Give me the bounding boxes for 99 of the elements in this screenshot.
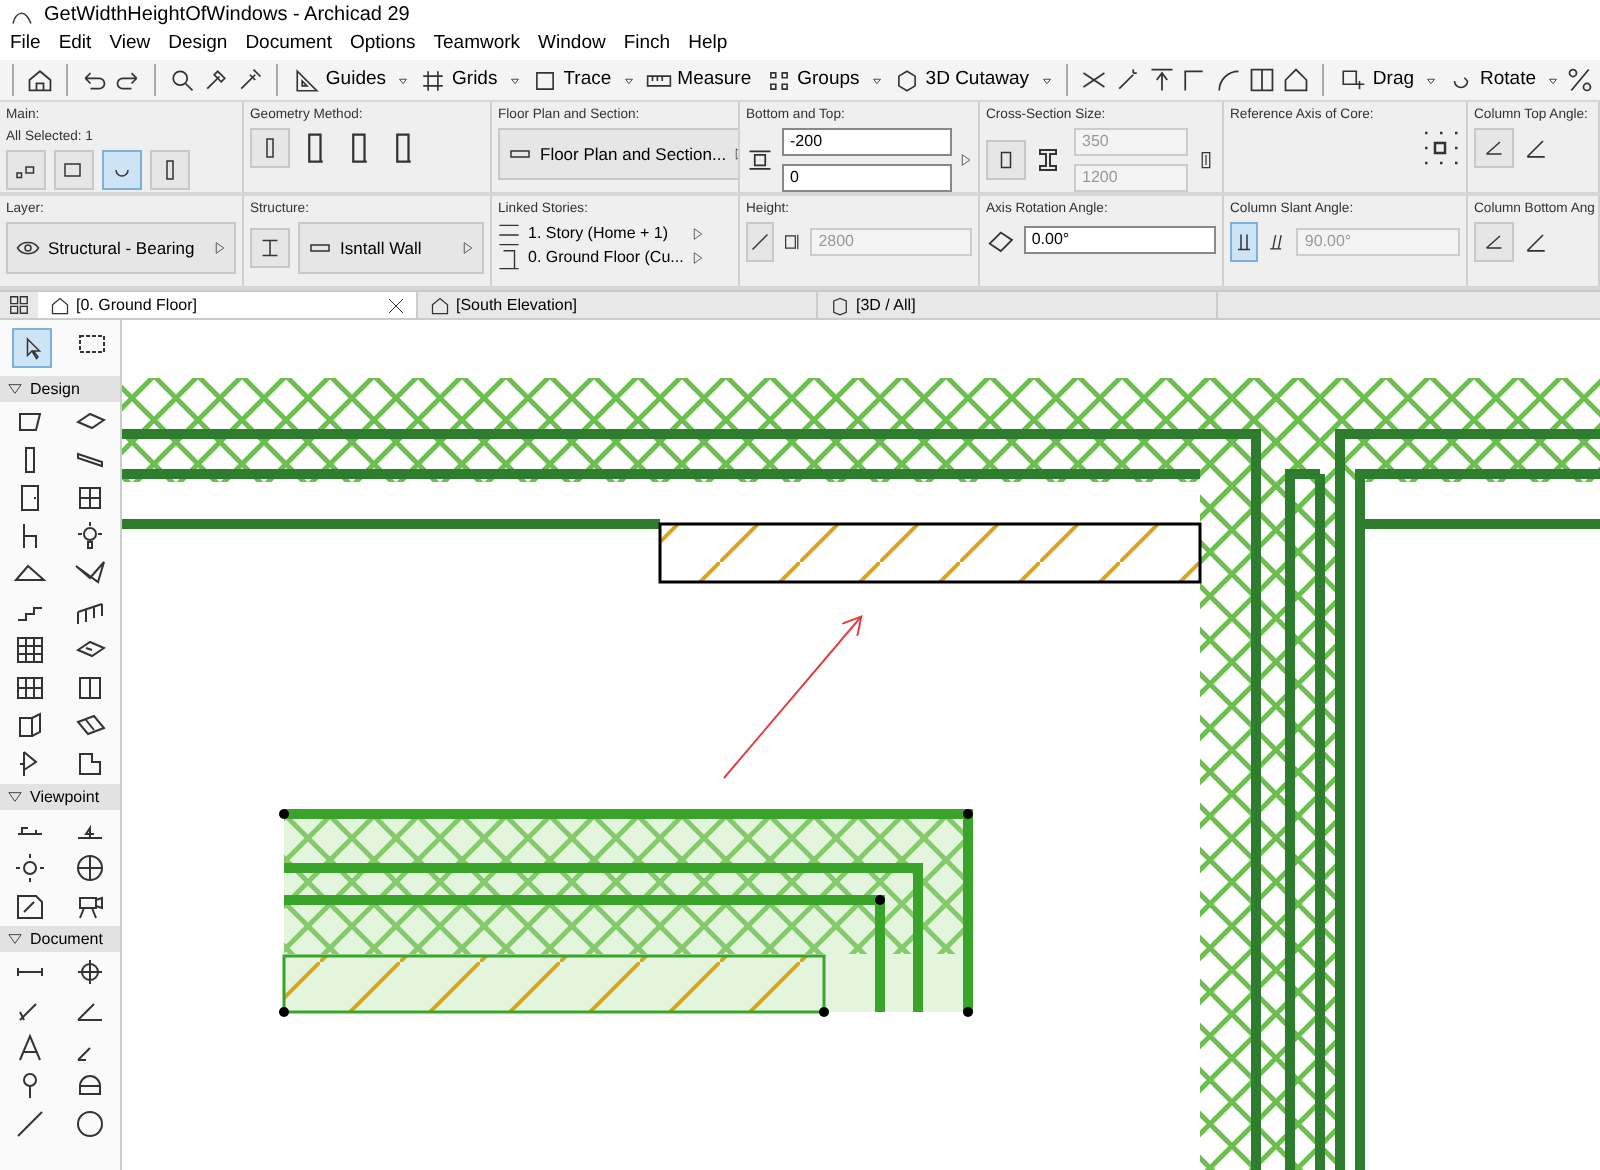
shell-icon[interactable]: [74, 558, 106, 590]
eyedropper-icon[interactable]: [201, 66, 230, 94]
offset-icon[interactable]: [1147, 66, 1175, 94]
tab-label: [0. Ground Floor]: [76, 293, 199, 317]
menu-item[interactable]: Options: [350, 30, 416, 60]
tab-label: [South Elevation]: [456, 293, 579, 317]
house-outline-icon: [430, 295, 450, 315]
popup-value: Structural - Bearing: [48, 235, 197, 261]
toolbar-button[interactable]: Trace: [527, 65, 616, 95]
angle-icon: [1522, 134, 1550, 162]
menu-item[interactable]: Teamwork: [433, 30, 521, 60]
wand-icon[interactable]: [1113, 66, 1141, 94]
shape-button[interactable]: [986, 140, 1026, 180]
globe-icon[interactable]: [74, 852, 106, 884]
percent-icon[interactable]: [1566, 66, 1594, 94]
toolbar-button[interactable]: Guides: [289, 65, 391, 95]
arrow-icon: [214, 242, 226, 254]
marquee-icon: [62, 158, 86, 182]
home-icon[interactable]: [26, 66, 54, 94]
input-field[interactable]: 0: [782, 164, 952, 192]
story-icon: [498, 223, 520, 245]
section-header[interactable]: Document: [0, 926, 120, 952]
menu-item[interactable]: Finch: [623, 30, 671, 60]
toolbar-button[interactable]: Rotate: [1444, 65, 1541, 95]
selected-window-drawing[interactable]: [279, 954, 829, 1017]
angle-icon: [1522, 228, 1550, 256]
syringe-icon[interactable]: [235, 66, 264, 94]
input-field[interactable]: -200: [782, 128, 952, 156]
input-field[interactable]: 0.00°: [1023, 226, 1216, 254]
angle-button[interactable]: [1474, 222, 1514, 262]
house-outline-icon[interactable]: [1282, 66, 1311, 94]
pillar-button[interactable]: [150, 150, 190, 190]
corner-icon[interactable]: [1180, 66, 1209, 94]
percent-button[interactable]: [746, 222, 775, 262]
hash-icon: [420, 67, 447, 93]
vertical-column-button[interactable]: [1230, 222, 1259, 262]
window-icon[interactable]: [74, 482, 106, 514]
toolbar-button[interactable]: Grids: [416, 65, 502, 95]
tab-label: [3D / All]: [856, 293, 918, 317]
structure-button[interactable]: [250, 228, 290, 268]
menu-item[interactable]: View: [109, 30, 151, 60]
view-tab[interactable]: [0. Ground Floor]: [38, 292, 418, 318]
arrow-tool-button[interactable]: [12, 328, 52, 368]
section-header[interactable]: Design: [0, 376, 120, 402]
split-icon[interactable]: [1248, 66, 1277, 94]
toolbar-button[interactable]: Groups: [761, 65, 864, 95]
angle-icon: [1482, 136, 1506, 160]
story-icon: [498, 247, 520, 269]
selection-button[interactable]: [6, 150, 46, 190]
angle-button[interactable]: [1474, 128, 1514, 168]
story-label: 1. Story (Home + 1): [528, 222, 671, 246]
menu-item[interactable]: Window: [538, 30, 606, 60]
cube-icon: [893, 67, 920, 93]
story-label: 0. Ground Floor (Cu...: [528, 246, 684, 270]
menu-item[interactable]: Edit: [58, 30, 92, 60]
menu-item[interactable]: Help: [688, 30, 728, 60]
arrow-icon: [960, 154, 972, 166]
popup-button[interactable]: Isntall Wall: [298, 222, 484, 274]
core-axis-grid-icon[interactable]: [1420, 128, 1460, 168]
square-icon: [531, 67, 558, 93]
toolbar-button[interactable]: 3D Cutaway: [889, 65, 1034, 95]
cube-outline-icon: [830, 295, 850, 315]
menu-item[interactable]: Document: [245, 30, 332, 60]
grid-panel-icon[interactable]: [14, 672, 46, 704]
arrow-icon: [462, 242, 474, 254]
marquee-button[interactable]: [54, 150, 94, 190]
document-pen-icon[interactable]: [14, 890, 46, 922]
toolbar-button[interactable]: Measure: [641, 65, 756, 95]
popup-button[interactable]: Structural - Bearing: [6, 222, 236, 274]
menu-item[interactable]: File: [10, 30, 41, 60]
eye-icon: [16, 236, 40, 260]
curtain-wall-icon[interactable]: [14, 634, 46, 666]
view-tab[interactable]: [3D / All]: [818, 292, 1218, 318]
line-icon[interactable]: [14, 1108, 46, 1140]
section-header[interactable]: Viewpoint: [0, 784, 120, 810]
percent-icon: [748, 230, 773, 254]
menu-item[interactable]: Design: [168, 30, 228, 60]
lamp-icon[interactable]: [74, 520, 106, 552]
corner-window-icon[interactable]: [74, 672, 106, 704]
window-title: GetWidthHeightOfWindows - Archicad 29: [44, 2, 410, 30]
object-icon[interactable]: [74, 748, 106, 780]
close-icon[interactable]: [388, 297, 404, 313]
text-icon[interactable]: [14, 1032, 46, 1064]
move-icon: [1340, 67, 1367, 93]
toolbar-button[interactable]: Drag: [1336, 65, 1419, 95]
curve-icon[interactable]: [1214, 66, 1243, 94]
wall-end-icon[interactable]: [14, 710, 46, 742]
column-button[interactable]: [250, 128, 290, 168]
magnifier-icon[interactable]: [167, 66, 196, 94]
camera-target-icon[interactable]: [14, 852, 46, 884]
angle-icon: [1482, 230, 1506, 254]
level-dimension-icon[interactable]: [74, 956, 106, 988]
view-tab[interactable]: [South Elevation]: [418, 292, 818, 318]
structure-icon: [258, 236, 282, 260]
popup-value: Isntall Wall: [340, 235, 424, 261]
popup-value: Floor Plan and Section...: [540, 141, 727, 167]
grid-view-icon[interactable]: [8, 294, 30, 316]
nodes-icon: [765, 67, 792, 93]
popup-button[interactable]: Floor Plan and Section...: [498, 128, 738, 180]
